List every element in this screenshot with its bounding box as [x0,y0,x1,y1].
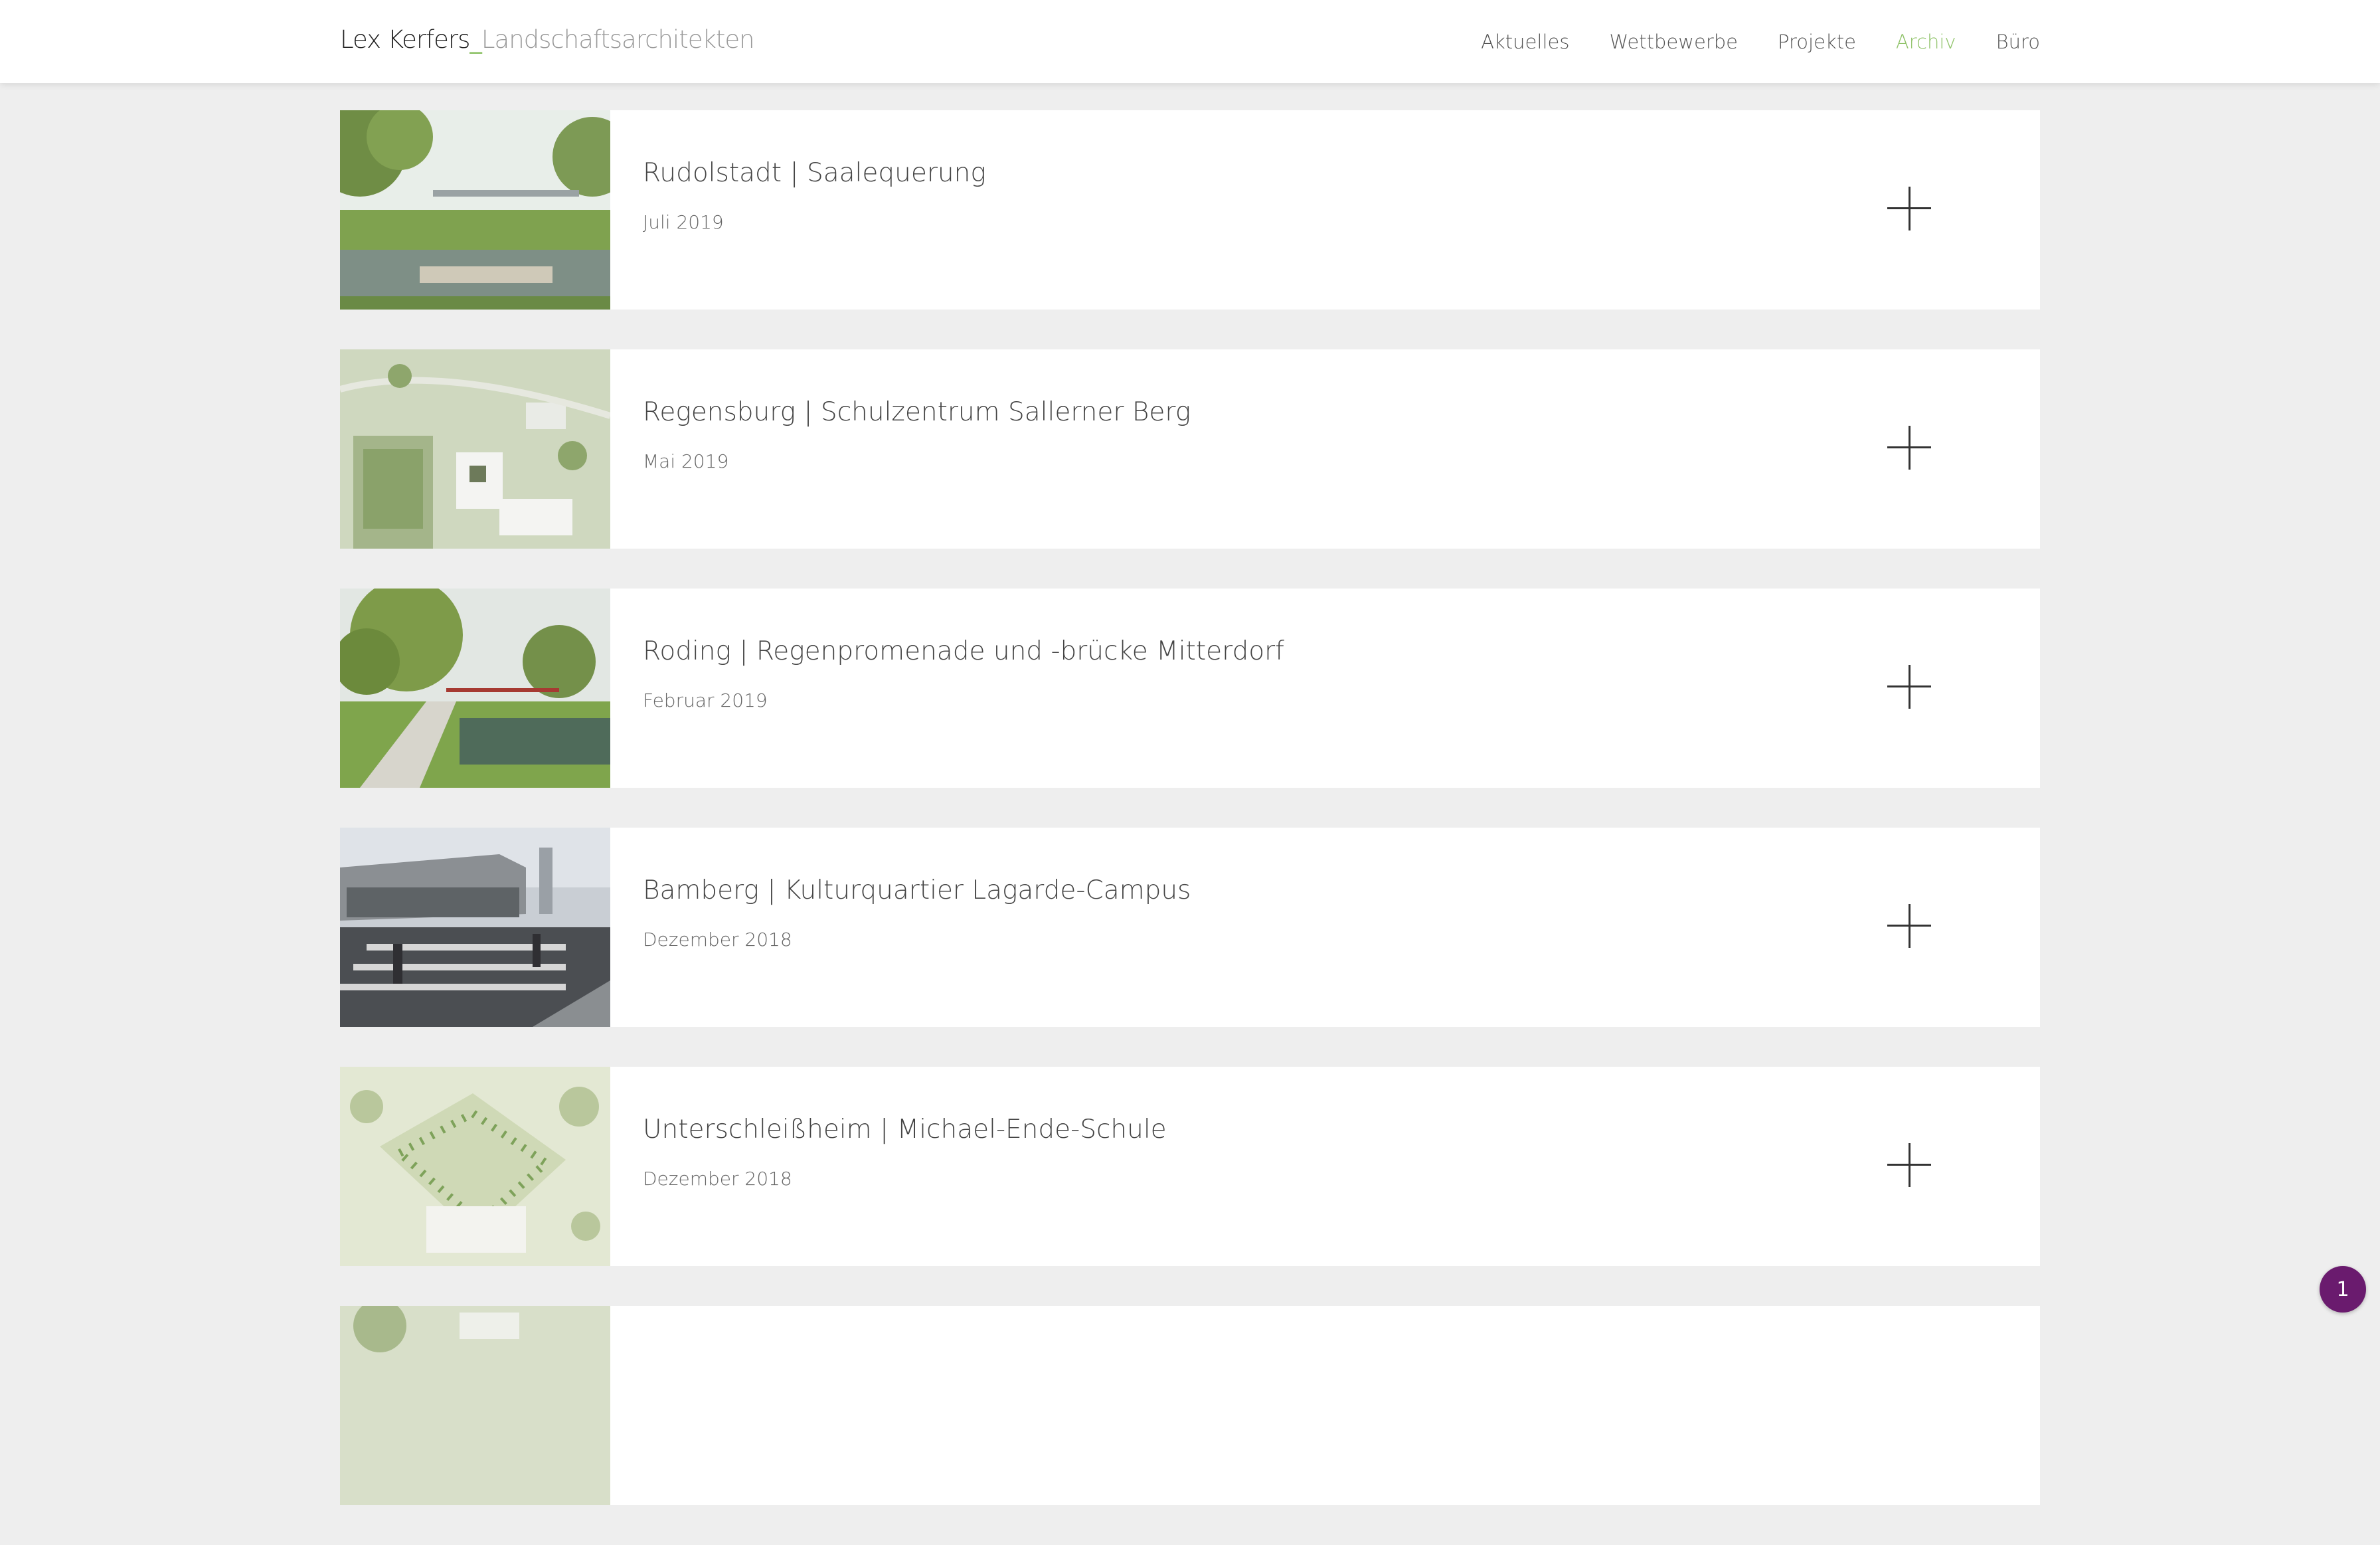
entry-date: Mai 2019 [643,450,729,472]
entry-date: Dezember 2018 [643,1168,792,1190]
nav-wettbewerbe[interactable]: Wettbewerbe [1609,31,1738,53]
archive-entry[interactable] [340,1306,2040,1505]
archive-entry[interactable]: Unterschleißheim | Michael-Ende-Schule D… [340,1067,2040,1266]
expand-plus-icon[interactable] [1887,904,1931,948]
logo-subtitle: Landschaftsarchitekten [481,25,755,54]
archive-entry[interactable]: Roding | Regenpromenade und -brücke Mitt… [340,589,2040,788]
entry-title[interactable]: Roding | Regenpromenade und -brücke Mitt… [643,636,1284,666]
nav-archiv[interactable]: Archiv [1896,31,1956,53]
archive-list: Rudolstadt | Saalequerung Juli 2019 Rege… [340,110,2040,1545]
entry-thumbnail[interactable] [340,828,610,1027]
site-header: Lex Kerfers_Landschaftsarchitekten Aktue… [0,0,2380,83]
logo-separator: _ [469,25,481,54]
notification-badge[interactable]: 1 [2320,1266,2366,1313]
archive-entry[interactable]: Bamberg | Kulturquartier Lagarde-Campus … [340,828,2040,1027]
entry-title[interactable]: Unterschleißheim | Michael-Ende-Schule [643,1115,1167,1144]
entry-thumbnail[interactable] [340,349,610,549]
entry-title[interactable]: Regensburg | Schulzentrum Sallerner Berg [643,397,1191,427]
site-logo[interactable]: Lex Kerfers_Landschaftsarchitekten [340,25,755,54]
archive-entry[interactable]: Regensburg | Schulzentrum Sallerner Berg… [340,349,2040,549]
logo-name: Lex Kerfers [340,25,470,54]
entry-thumbnail[interactable] [340,1067,610,1266]
archive-entry[interactable]: Rudolstadt | Saalequerung Juli 2019 [340,110,2040,310]
entry-thumbnail[interactable] [340,589,610,788]
expand-plus-icon[interactable] [1887,665,1931,709]
expand-plus-icon[interactable] [1887,1143,1931,1187]
entry-thumbnail[interactable] [340,110,610,310]
entry-title[interactable]: Rudolstadt | Saalequerung [643,158,986,188]
entry-date: Februar 2019 [643,689,768,711]
entry-date: Dezember 2018 [643,929,792,951]
nav-aktuelles[interactable]: Aktuelles [1481,31,1569,53]
entry-thumbnail[interactable] [340,1306,610,1505]
entry-date: Juli 2019 [643,211,724,233]
expand-plus-icon[interactable] [1887,426,1931,470]
entry-title[interactable]: Bamberg | Kulturquartier Lagarde-Campus [643,875,1191,905]
nav-buero[interactable]: Büro [1996,31,2040,53]
expand-plus-icon[interactable] [1887,187,1931,230]
nav-projekte[interactable]: Projekte [1778,31,1856,53]
main-nav: Aktuelles Wettbewerbe Projekte Archiv Bü… [1481,31,2040,53]
